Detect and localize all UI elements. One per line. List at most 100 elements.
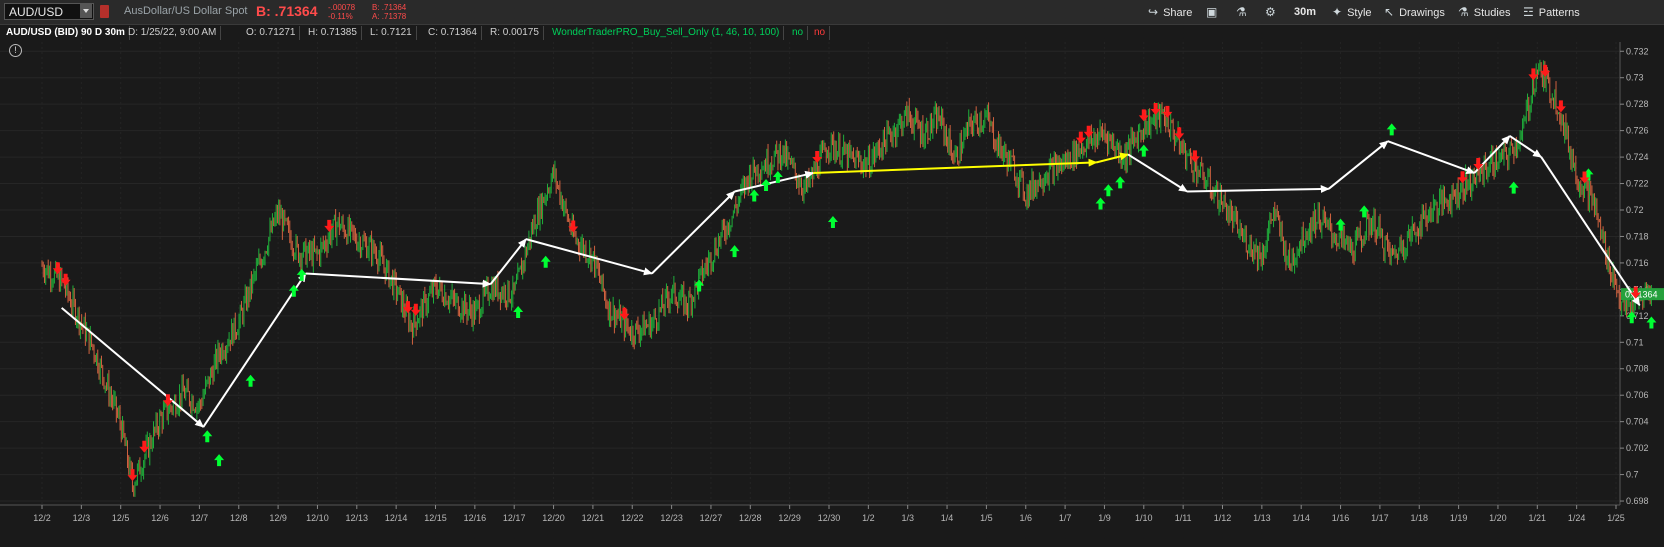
bar-open: O: 0.71271 — [242, 26, 301, 40]
bid-price: B: .71364 — [256, 3, 318, 19]
x-tick-label: 12/30 — [818, 513, 841, 523]
x-tick-label: 12/23 — [660, 513, 683, 523]
x-tick-label: 1/13 — [1253, 513, 1271, 523]
y-tick-label: 0.7 — [1626, 470, 1639, 480]
chart-info-bar: AUD/USD (BID) 90 D 30m D: 1/25/22, 9:00 … — [0, 25, 1664, 41]
patterns-button[interactable]: ☲ Patterns — [1523, 4, 1663, 20]
bar-date: D: 1/25/22, 9:00 AM — [124, 26, 222, 40]
y-tick-label: 0.732 — [1626, 46, 1649, 56]
x-tick-label: 1/20 — [1489, 513, 1507, 523]
x-tick-label: 12/6 — [151, 513, 169, 523]
y-tick-label: 0.728 — [1626, 99, 1649, 109]
x-tick-label: 1/7 — [1059, 513, 1072, 523]
x-tick-label: 1/2 — [862, 513, 875, 523]
study-label[interactable]: WonderTraderPRO_Buy_Sell_Only (1, 46, 10… — [548, 26, 785, 40]
studies-button[interactable]: ⚗ Studies — [1458, 4, 1510, 20]
y-tick-label: 0.702 — [1626, 443, 1649, 453]
y-tick-label: 0.72 — [1626, 205, 1644, 215]
x-tick-label: 12/7 — [191, 513, 209, 523]
x-tick-label: 1/12 — [1214, 513, 1232, 523]
symbol-description: AusDollar/US Dollar Spot — [124, 5, 248, 17]
y-tick-label: 0.704 — [1626, 417, 1649, 427]
y-tick-label: 0.726 — [1626, 126, 1649, 136]
bar-low: L: 0.7121 — [366, 26, 417, 40]
x-tick-label: 1/6 — [1019, 513, 1032, 523]
study-flag-down: no — [810, 26, 831, 40]
x-tick-label: 1/9 — [1098, 513, 1111, 523]
y-tick-label: 0.706 — [1626, 390, 1649, 400]
x-tick-label: 1/4 — [941, 513, 954, 523]
drawings-button[interactable]: ↖ Drawings — [1384, 4, 1445, 20]
x-tick-label: 12/17 — [503, 513, 526, 523]
bar-high: H: 0.71385 — [304, 26, 362, 40]
x-tick-label: 12/9 — [269, 513, 287, 523]
x-axis-panel — [0, 505, 1664, 547]
gear-icon: ⚙ — [1265, 5, 1276, 19]
x-tick-label: 12/21 — [582, 513, 605, 523]
x-tick-label: 12/28 — [739, 513, 762, 523]
x-tick-label: 12/15 — [424, 513, 447, 523]
save-button[interactable]: ▣ — [1206, 4, 1222, 20]
study-flag-up: no — [788, 26, 809, 40]
share-icon: ↪ — [1148, 5, 1159, 19]
x-tick-label: 12/27 — [700, 513, 723, 523]
style-button[interactable]: ✦ Style — [1332, 4, 1372, 20]
bid-small: B: .71364 — [372, 3, 407, 12]
flask-button[interactable]: ⚗ — [1236, 4, 1252, 20]
y-tick-label: 0.73 — [1626, 73, 1644, 83]
y-tick-label: 0.698 — [1626, 496, 1649, 506]
x-tick-label: 1/14 — [1292, 513, 1310, 523]
style-icon: ✦ — [1332, 5, 1343, 19]
bar-range: R: 0.00175 — [486, 26, 544, 40]
timeframe-button[interactable]: 30m — [1294, 4, 1316, 20]
price-chart[interactable]: 0.6980.70.7020.7040.7060.7080.710.7120.7… — [0, 42, 1664, 547]
drawings-label: Drawings — [1399, 7, 1445, 19]
settings-button[interactable]: ⚙ — [1265, 4, 1281, 20]
patterns-label: Patterns — [1538, 7, 1580, 19]
symbol-period: AUD/USD (BID) 90 D 30m — [2, 26, 130, 40]
x-tick-label: 12/8 — [230, 513, 248, 523]
ask-small: A: .71378 — [372, 12, 407, 21]
x-tick-label: 12/20 — [542, 513, 565, 523]
studies-icon: ⚗ — [1458, 5, 1469, 19]
x-tick-label: 1/16 — [1332, 513, 1350, 523]
x-tick-label: 12/2 — [33, 513, 51, 523]
y-tick-label: 0.71 — [1626, 337, 1644, 347]
x-tick-label: 1/19 — [1450, 513, 1468, 523]
x-tick-label: 1/21 — [1529, 513, 1547, 523]
cursor-icon: ↖ — [1384, 5, 1395, 19]
studies-label: Studies — [1473, 7, 1511, 19]
bar-close: C: 0.71364 — [424, 26, 482, 40]
x-tick-label: 12/29 — [778, 513, 801, 523]
share-label: Share — [1163, 7, 1193, 19]
x-tick-label: 12/14 — [385, 513, 408, 523]
chevron-down-icon[interactable] — [80, 4, 92, 18]
x-tick-label: 12/3 — [73, 513, 91, 523]
alert-icon[interactable]: ! — [9, 44, 22, 57]
x-tick-label: 1/17 — [1371, 513, 1389, 523]
x-tick-label: 1/3 — [901, 513, 914, 523]
patterns-icon: ☲ — [1523, 5, 1534, 19]
link-icon[interactable] — [100, 5, 109, 18]
y-tick-label: 0.718 — [1626, 231, 1649, 241]
x-tick-label: 1/25 — [1607, 513, 1625, 523]
save-icon: ▣ — [1206, 5, 1218, 19]
x-tick-label: 12/10 — [306, 513, 329, 523]
share-button[interactable]: ↪ Share — [1148, 4, 1192, 20]
style-label: Style — [1347, 7, 1372, 19]
y-tick-label: 0.708 — [1626, 364, 1649, 374]
chart-background — [0, 42, 1664, 547]
x-tick-label: 1/11 — [1175, 513, 1192, 523]
percent-change: -0.11% — [328, 12, 353, 21]
y-tick-label: 0.722 — [1626, 179, 1649, 189]
x-tick-label: 1/5 — [980, 513, 993, 523]
net-change: -.00078 — [328, 3, 356, 12]
x-tick-label: 12/5 — [112, 513, 130, 523]
y-tick-label: 0.724 — [1626, 152, 1649, 162]
top-toolbar: AUD/USD AusDollar/US Dollar Spot B: .713… — [0, 0, 1664, 25]
x-tick-label: 1/24 — [1568, 513, 1586, 523]
y-tick-label: 0.716 — [1626, 258, 1649, 268]
x-tick-label: 12/16 — [464, 513, 487, 523]
x-tick-label: 12/22 — [621, 513, 644, 523]
flask-icon: ⚗ — [1236, 5, 1247, 19]
